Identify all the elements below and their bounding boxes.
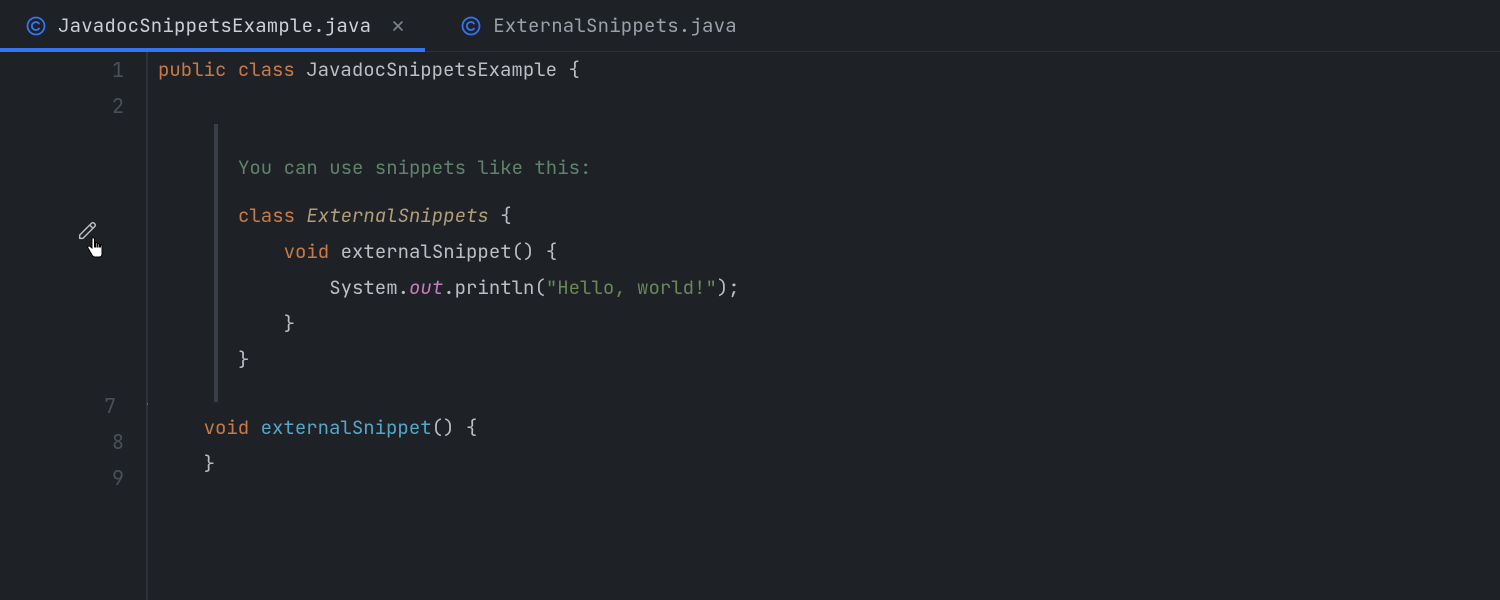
tab-bar: JavadocSnippetsExample.java ExternalSnip…: [0, 0, 1500, 52]
code-line[interactable]: [158, 88, 1500, 124]
tab-external-snippets[interactable]: ExternalSnippets.java: [425, 0, 755, 51]
gutter-line[interactable]: 7: [0, 388, 146, 424]
code-line[interactable]: [158, 482, 1500, 518]
code-area[interactable]: public class JavadocSnippetsExample { Yo…: [148, 52, 1500, 600]
pointer-cursor-icon: [84, 236, 106, 266]
gutter-line[interactable]: 9: [0, 460, 146, 496]
tab-label: JavadocSnippetsExample.java: [58, 13, 371, 38]
javadoc-snippet-line: void externalSnippet() {: [238, 234, 1500, 270]
javadoc-snippet-line: }: [238, 342, 1500, 378]
rendered-javadoc[interactable]: You can use snippets like this: class Ex…: [214, 124, 1500, 402]
javadoc-snippet-line: }: [238, 306, 1500, 342]
java-class-icon: [461, 16, 481, 36]
javadoc-snippet-line: class ExternalSnippets {: [238, 198, 1500, 234]
gutter-line[interactable]: 2: [0, 88, 146, 124]
close-icon[interactable]: [389, 17, 407, 35]
tab-javadoc-snippets-example[interactable]: JavadocSnippetsExample.java: [0, 0, 425, 51]
javadoc-text: You can use snippets like this:: [238, 150, 1500, 186]
code-line[interactable]: void externalSnippet() {: [158, 410, 1500, 446]
gutter-line[interactable]: 8: [0, 424, 146, 460]
code-line[interactable]: public class JavadocSnippetsExample {: [158, 52, 1500, 88]
gutter-line[interactable]: 1: [0, 52, 146, 88]
editor: 1 2 7 8 9 public class JavadocSnippetsEx…: [0, 52, 1500, 600]
code-line[interactable]: }: [158, 446, 1500, 482]
gutter: 1 2 7 8 9: [0, 52, 148, 600]
javadoc-snippet-line: System.out.println("Hello, world!");: [238, 270, 1500, 306]
java-class-icon: [26, 16, 46, 36]
tab-label: ExternalSnippets.java: [493, 13, 737, 38]
